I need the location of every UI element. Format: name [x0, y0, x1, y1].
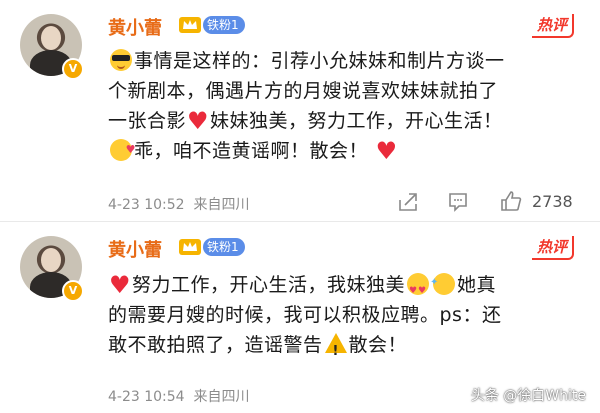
heart-emoji-icon: ♥	[109, 271, 132, 299]
heart-emoji-icon: ♥	[187, 107, 210, 135]
comment-location: 来自四川	[193, 389, 250, 405]
avatar-face	[41, 248, 61, 272]
crown-icon	[179, 17, 201, 33]
fan-badge: 铁粉1	[203, 238, 245, 256]
watermark: 头条 @徐白White	[470, 388, 586, 404]
share-icon[interactable]	[397, 191, 419, 213]
comment-card: V 黄小蕾 铁粉1 热评 事情是这样的：引荐小允妹妹和制片方谈一 个新剧本，偶遇…	[0, 0, 600, 222]
thumbs-up-icon[interactable]	[500, 190, 522, 212]
fan-badge: 铁粉1	[203, 16, 245, 34]
verified-icon: V	[62, 58, 84, 80]
hot-comment-tag: 热评	[532, 14, 574, 38]
heart-eyes-emoji-icon	[407, 273, 430, 306]
comment-timestamp: 4-23 10:52 来自四川	[108, 197, 250, 213]
kiss-emoji-icon	[110, 135, 136, 165]
crown-icon	[179, 239, 201, 255]
avatar-face	[41, 26, 61, 50]
author-name[interactable]: 黄小蕾	[108, 236, 162, 262]
comment-location: 来自四川	[193, 197, 250, 213]
comment-text: ♥努力工作，开心生活，我妹独美她真 的需要月嫂的时候，我可以积极应聘。ps：还 …	[108, 268, 582, 367]
like-count: 2738	[532, 192, 573, 211]
verified-icon: V	[62, 280, 84, 302]
comment-text: 事情是这样的：引荐小允妹妹和制片方谈一 个新剧本，偶遇片方的月嫂说喜欢妹妹就拍了…	[108, 46, 582, 166]
comment-icon[interactable]	[447, 191, 469, 213]
sunglasses-emoji-icon	[110, 49, 132, 71]
party-emoji-icon	[430, 268, 456, 298]
comment-timestamp: 4-23 10:54 来自四川	[108, 389, 250, 405]
warning-emoji-icon	[324, 333, 347, 367]
hot-comment-tag: 热评	[532, 236, 574, 260]
author-name[interactable]: 黄小蕾	[108, 14, 162, 40]
heart-emoji-icon: ♥	[375, 137, 398, 165]
